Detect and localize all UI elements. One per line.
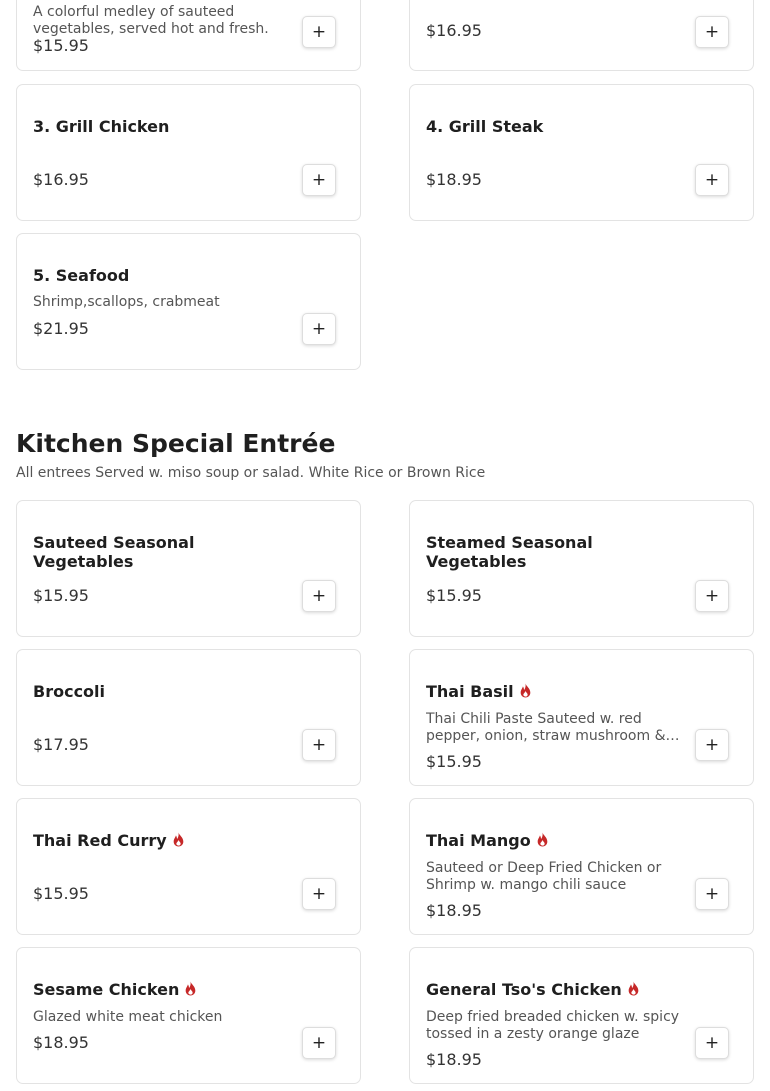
menu-item-card[interactable]: $16.95 +: [409, 0, 754, 71]
add-to-cart-button[interactable]: +: [695, 1027, 729, 1059]
plus-icon: +: [704, 884, 720, 904]
menu-item-card[interactable]: Thai Red Curry $15.95 +: [16, 798, 361, 935]
item-name: Sesame Chicken: [33, 980, 180, 999]
menu-item-card[interactable]: A colorful medley of sauteed vegetables,…: [16, 0, 361, 71]
plus-icon: +: [311, 1033, 327, 1053]
item-name: Broccoli: [33, 682, 106, 701]
add-to-cart-button[interactable]: +: [302, 878, 336, 910]
menu-item-card[interactable]: General Tso's Chicken Deep fried breaded…: [409, 947, 754, 1084]
plus-icon: +: [311, 586, 327, 606]
item-price: $18.95: [33, 1033, 89, 1052]
item-price: $18.95: [426, 170, 482, 189]
item-name: 3. Grill Chicken: [33, 117, 170, 136]
item-name: 5. Seafood: [33, 266, 130, 285]
menu-item-card[interactable]: Steamed Seasonal Vegetables $15.95 +: [409, 500, 754, 637]
add-to-cart-button[interactable]: +: [695, 729, 729, 761]
section-subtitle: All entrees Served w. miso soup or salad…: [16, 465, 486, 481]
item-price: $18.95: [426, 901, 482, 920]
menu-item-card[interactable]: Thai Basil Thai Chili Paste Sauteed w. r…: [409, 649, 754, 786]
item-price: $15.95: [33, 586, 89, 605]
flame-icon: [628, 981, 639, 996]
flame-icon: [520, 683, 530, 698]
add-to-cart-button[interactable]: +: [302, 1027, 336, 1059]
menu-item-card[interactable]: Thai Mango Sauteed or Deep Fried Chicken…: [409, 798, 754, 935]
item-price: $15.95: [33, 884, 89, 903]
item-price: $21.95: [33, 319, 89, 338]
menu-item-card[interactable]: 5. Seafood Shrimp,scallops, crabmeat $21…: [16, 233, 361, 370]
add-to-cart-button[interactable]: +: [695, 878, 729, 910]
add-to-cart-button[interactable]: +: [302, 313, 336, 345]
plus-icon: +: [704, 586, 720, 606]
item-price: $16.95: [426, 21, 482, 40]
menu-item-card[interactable]: 3. Grill Chicken $16.95 +: [16, 84, 361, 221]
plus-icon: +: [311, 319, 327, 339]
menu-item-card[interactable]: Broccoli $17.95 +: [16, 649, 361, 786]
add-to-cart-button[interactable]: +: [302, 164, 336, 196]
item-name: Thai Mango: [426, 831, 531, 850]
item-price: $17.95: [33, 735, 89, 754]
item-description: Glazed white meat chicken: [33, 1009, 223, 1025]
item-name: Thai Basil: [426, 682, 514, 701]
item-name: Sauteed Seasonal Vegetables: [33, 533, 195, 571]
plus-icon: +: [704, 22, 720, 42]
section-title: Kitchen Special Entrée: [16, 429, 336, 458]
menu-page: A colorful medley of sauteed vegetables,…: [0, 0, 770, 1091]
item-price: $15.95: [33, 36, 89, 55]
item-description: Sauteed or Deep Fried Chicken or Shrimp …: [426, 860, 662, 893]
item-name: General Tso's Chicken: [426, 980, 622, 999]
plus-icon: +: [311, 170, 327, 190]
add-to-cart-button[interactable]: +: [695, 580, 729, 612]
plus-icon: +: [704, 170, 720, 190]
flame-icon: [537, 832, 548, 847]
item-name-row: Thai Basil: [426, 682, 676, 701]
item-name-row: General Tso's Chicken: [426, 980, 706, 999]
item-name: 4. Grill Steak: [426, 117, 544, 136]
item-name: Steamed Seasonal Vegetables: [426, 533, 593, 571]
item-description: Deep fried breaded chicken w. spicy toss…: [426, 1009, 680, 1042]
plus-icon: +: [704, 1033, 720, 1053]
menu-item-card[interactable]: 4. Grill Steak $18.95 +: [409, 84, 754, 221]
plus-icon: +: [311, 884, 327, 904]
item-name: Thai Red Curry: [33, 831, 167, 850]
plus-icon: +: [311, 735, 327, 755]
item-price: $16.95: [33, 170, 89, 189]
item-name-row: Thai Mango: [426, 831, 676, 850]
plus-icon: +: [704, 735, 720, 755]
add-to-cart-button[interactable]: +: [695, 16, 729, 48]
menu-item-card[interactable]: Sesame Chicken Glazed white meat chicken…: [16, 947, 361, 1084]
item-name-row: Thai Red Curry: [33, 831, 283, 850]
item-name-row: Sesame Chicken: [33, 980, 283, 999]
plus-icon: +: [311, 22, 327, 42]
add-to-cart-button[interactable]: +: [695, 164, 729, 196]
item-price: $15.95: [426, 752, 482, 771]
item-description: Shrimp,scallops, crabmeat: [33, 294, 220, 310]
flame-icon: [173, 832, 184, 847]
add-to-cart-button[interactable]: +: [302, 729, 336, 761]
item-price: $15.95: [426, 586, 482, 605]
menu-item-card[interactable]: Sauteed Seasonal Vegetables $15.95 +: [16, 500, 361, 637]
add-to-cart-button[interactable]: +: [302, 580, 336, 612]
item-description: A colorful medley of sauteed vegetables,…: [33, 4, 269, 37]
flame-icon: [186, 981, 196, 996]
item-description: Thai Chili Paste Sauteed w. red pepper, …: [426, 711, 666, 744]
add-to-cart-button[interactable]: +: [302, 16, 336, 48]
item-price: $18.95: [426, 1050, 482, 1069]
